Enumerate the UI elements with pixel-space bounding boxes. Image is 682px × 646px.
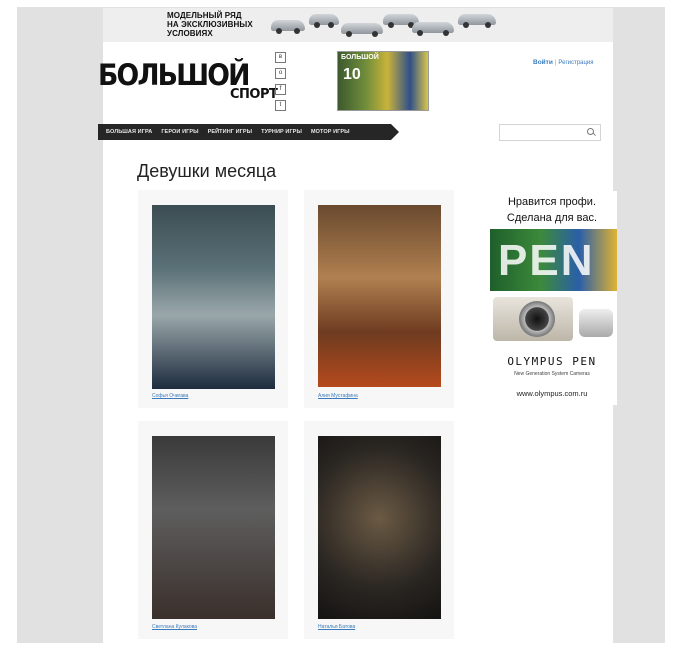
car-image [458,14,496,28]
gallery-photo[interactable] [318,205,441,387]
cover-number: 10 [343,66,361,83]
nav-arrow [391,124,399,140]
gallery-photo[interactable] [152,205,275,389]
odnoklassniki-icon[interactable]: о [275,68,286,79]
nav-item-motor[interactable]: МОТОР ИГРЫ [311,129,350,135]
cover-title: БОЛЬШОЙ [341,54,379,61]
ad-pen-text: PEN [498,236,595,285]
ad-headline: Нравится профи. Сделана для вас. [506,196,598,224]
site-logo[interactable]: БОЛЬШОЙ СПОРТ [98,58,278,107]
gallery-card[interactable]: Софья Очигава [138,190,288,408]
facebook-icon[interactable]: f [275,84,286,95]
gallery-card[interactable]: Наталья Батова [304,421,454,639]
nav-item-rating[interactable]: РЕЙТИНГ ИГРЫ [208,129,253,135]
camera-image [493,291,613,343]
auth-links: Войти | Регистрация [533,59,594,66]
car-image [271,20,305,34]
page-title: Девушки месяца [137,161,277,181]
car-image [412,22,454,36]
main-nav: БОЛЬШАЯ ИГРА ГЕРОИ ИГРЫ РЕЙТИНГ ИГРЫ ТУР… [98,124,391,140]
gallery-caption[interactable]: Наталья Батова [318,624,355,630]
olympus-ad[interactable]: Нравится профи. Сделана для вас. PEN OLY… [487,191,617,405]
banner-title: МОДЕЛЬНЫЙ РЯД НА ЭКСКЛЮЗИВНЫХ УСЛОВИЯХ [167,11,253,38]
vk-icon[interactable]: в [275,52,286,63]
logo-word: БОЛЬШОЙ [98,58,250,92]
car-image [309,14,339,28]
ad-pen-graphic: PEN [490,229,617,291]
social-icons: в о f t [275,52,286,116]
logo-sport: СПОРТ [230,87,278,102]
gallery-caption[interactable]: Алия Мустафина [318,393,358,399]
top-ad-banner[interactable]: МОДЕЛЬНЫЙ РЯД НА ЭКСКЛЮЗИВНЫХ УСЛОВИЯХ [103,8,613,42]
nav-item-big-game[interactable]: БОЛЬШАЯ ИГРА [106,129,152,135]
twitter-icon[interactable]: t [275,100,286,111]
ad-url[interactable]: www.olympus.com.ru [487,389,617,398]
car-image [341,23,383,37]
nav-item-tournament[interactable]: ТУРНИР ИГРЫ [261,129,302,135]
ad-subtitle: New Generation System Cameras [514,371,590,377]
ad-brand: OLYMPUS PEN [507,355,597,368]
search-input[interactable] [500,130,586,143]
gallery-photo[interactable] [152,436,275,619]
magazine-cover[interactable]: БОЛЬШОЙ 10 [337,51,429,111]
gallery-caption[interactable]: Светлана Кулакова [152,624,197,630]
nav-item-heroes[interactable]: ГЕРОИ ИГРЫ [161,129,198,135]
search-icon[interactable] [587,128,594,135]
gallery-card[interactable]: Алия Мустафина [304,190,454,408]
search-box [499,124,601,143]
register-link[interactable]: Регистрация [558,60,593,66]
gallery-card[interactable]: Светлана Кулакова [138,421,288,639]
login-link[interactable]: Войти [533,59,553,66]
gallery-photo[interactable] [318,436,441,619]
gallery-caption[interactable]: Софья Очигава [152,393,188,399]
